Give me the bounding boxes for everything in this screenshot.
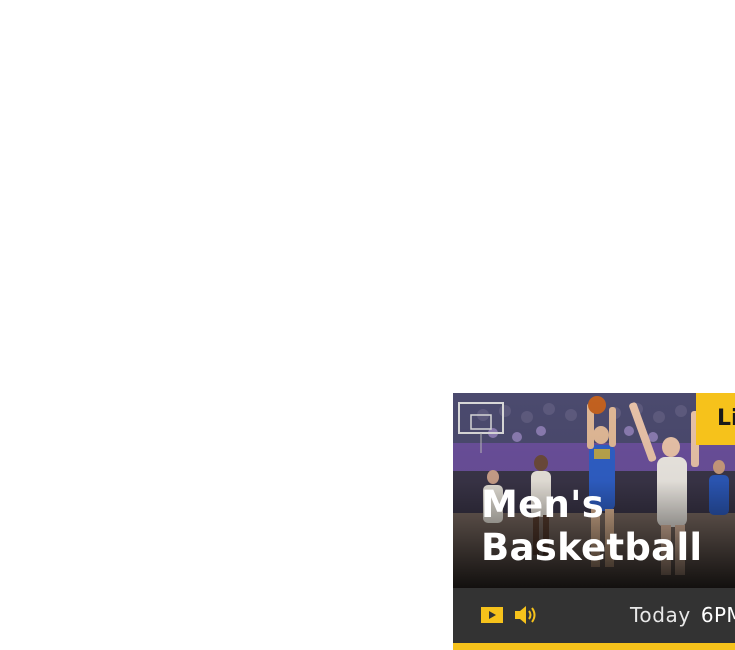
event-title: Men's Basketball bbox=[481, 483, 702, 569]
event-title-line-2: Basketball bbox=[481, 526, 703, 569]
event-day: Today bbox=[630, 603, 691, 627]
event-card[interactable]: Men's Basketball Live Today 6PM bbox=[453, 393, 735, 650]
page: Men's Basketball Live Today 6PM bbox=[0, 0, 735, 650]
event-hour: 6PM bbox=[700, 603, 735, 627]
event-card-footer: Today 6PM bbox=[453, 588, 735, 643]
video-play-icon[interactable] bbox=[480, 604, 506, 626]
event-title-line-1: Men's bbox=[481, 483, 605, 526]
live-badge[interactable]: Live bbox=[696, 393, 735, 445]
event-time: Today 6PM bbox=[630, 588, 735, 643]
accent-bar bbox=[453, 643, 735, 650]
speaker-audio-icon[interactable] bbox=[513, 604, 539, 626]
